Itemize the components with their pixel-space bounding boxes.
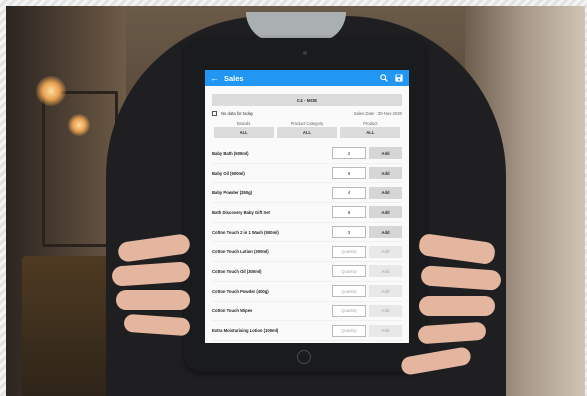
back-arrow-icon[interactable]: ←	[210, 73, 224, 83]
no-data-checkbox[interactable]	[212, 111, 217, 116]
product-row: Cotton Touch Wipes Quantity Add	[212, 302, 402, 322]
ceiling-light	[68, 114, 90, 136]
product-name: Cotton Touch Oil (300ml)	[212, 268, 262, 274]
background-cabinet	[22, 256, 117, 396]
product-row: Bath Discovery Baby Gift Set 6 Add	[212, 203, 402, 223]
tablet-device: ← Sales C4 - MOE No data for today Sales…	[184, 38, 426, 372]
product-list: Baby Bath (500ml) 2 Add Baby Oil (500ml) 5 Ad…	[212, 144, 402, 341]
product-name: Baby Powder (250g)	[212, 190, 253, 196]
product-name: Baby Bath (500ml)	[212, 150, 249, 156]
add-button[interactable]: Add	[369, 167, 402, 180]
filter-product-button[interactable]: ALL	[340, 127, 401, 138]
filter-brands-label: Brands	[237, 121, 251, 126]
app-title: Sales	[224, 73, 244, 83]
sales-date: Sales Date : 30-Nov-2020	[353, 111, 402, 116]
add-button[interactable]: Add	[369, 285, 402, 298]
quantity-input[interactable]: Quantity	[332, 285, 366, 298]
product-name: Extra Moisturising Lotion (100ml)	[212, 328, 279, 334]
product-row: Baby Bath (500ml) 2 Add	[212, 144, 402, 164]
product-row: Extra Moisturising Lotion (100ml) Quantit…	[212, 321, 402, 341]
add-button[interactable]: Add	[369, 265, 402, 278]
right-hand-finger	[419, 296, 495, 316]
product-row: Baby Oil (500ml) 5 Add	[212, 164, 402, 184]
quantity-input[interactable]: Quantity	[332, 304, 366, 317]
product-row: Cotton Touch Oil (300ml) Quantity Add	[212, 262, 402, 282]
product-row: Cotton Touch 2 in 1 Wash (500ml) 3 Add	[212, 223, 402, 243]
product-name: Cotton Touch Lotion (300ml)	[212, 249, 269, 255]
add-button[interactable]: Add	[369, 324, 402, 337]
left-hand-finger	[116, 290, 190, 310]
add-button[interactable]: Add	[369, 226, 402, 239]
quantity-input[interactable]: 3	[332, 226, 366, 239]
filter-category-label: Product Category	[290, 121, 324, 126]
tablet-camera	[303, 51, 307, 55]
add-button[interactable]: Add	[369, 304, 402, 317]
quantity-input[interactable]: 5	[332, 167, 366, 180]
add-button[interactable]: Add	[369, 186, 402, 199]
add-button[interactable]: Add	[369, 147, 402, 160]
filter-brands-button[interactable]: ALL	[213, 127, 274, 138]
background-photo: ← Sales C4 - MOE No data for today Sales…	[6, 6, 585, 396]
quantity-input[interactable]: 2	[332, 147, 366, 160]
product-row: Baby Powder (250g) 4 Add	[212, 183, 402, 204]
product-name: Cotton Touch 2 in 1 Wash (500ml)	[212, 229, 279, 235]
app-screen: ← Sales C4 - MOE No data for today Sales…	[205, 70, 409, 343]
quantity-input[interactable]: Quantity	[332, 324, 366, 337]
quantity-input[interactable]: Quantity	[332, 265, 366, 278]
save-icon[interactable]	[394, 73, 404, 83]
product-row: Cotton Touch Lotion (300ml) Quantity Add	[212, 242, 402, 263]
store-selector-button[interactable]: C4 - MOE	[212, 94, 402, 106]
add-button[interactable]: Add	[369, 245, 402, 258]
add-button[interactable]: Add	[369, 206, 402, 219]
filter-brands: Brands ALL	[213, 120, 274, 138]
quantity-input[interactable]: Quantity	[332, 245, 366, 258]
quantity-input[interactable]: 4	[332, 186, 366, 199]
product-name: Bath Discovery Baby Gift Set	[212, 209, 270, 215]
filter-product: Product ALL	[340, 120, 401, 138]
tablet-home-button[interactable]	[297, 350, 311, 364]
no-data-row: No data for today Sales Date : 30-Nov-20…	[212, 109, 402, 118]
no-data-label: No data for today	[221, 111, 254, 116]
product-row: Cotton Touch Powder (400g) Quantity Add	[212, 282, 402, 302]
app-bar: ← Sales	[205, 70, 409, 86]
filter-row: Brands ALL Product Category ALL Product …	[212, 120, 402, 138]
quantity-input[interactable]: 6	[332, 206, 366, 219]
filter-category: Product Category ALL	[276, 120, 338, 138]
product-name: Cotton Touch Wipes	[212, 308, 253, 314]
product-name: Baby Oil (500ml)	[212, 170, 245, 176]
search-icon[interactable]	[379, 73, 389, 83]
filter-category-button[interactable]: ALL	[276, 127, 338, 138]
product-name: Cotton Touch Powder (400g)	[212, 288, 269, 294]
filter-product-label: Product	[363, 121, 378, 126]
ceiling-light	[36, 76, 66, 106]
